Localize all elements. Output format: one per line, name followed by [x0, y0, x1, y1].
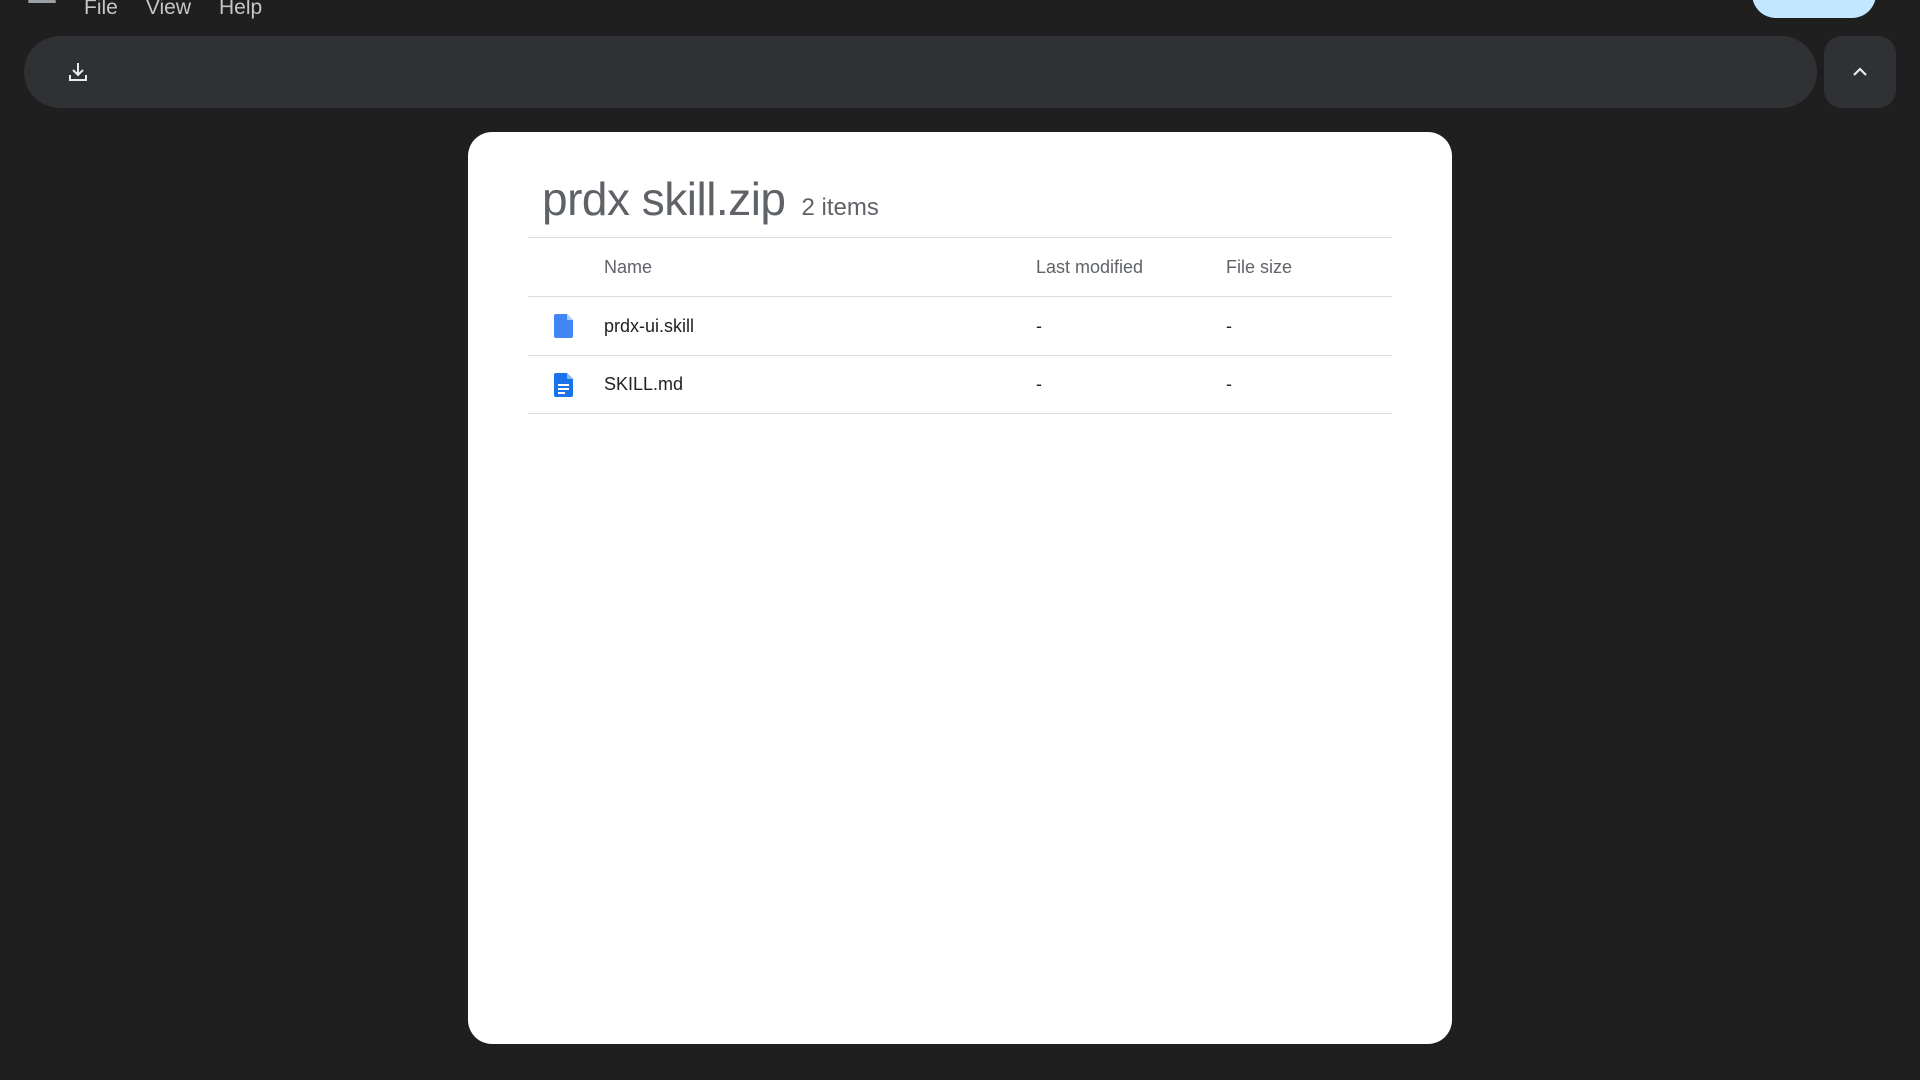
column-header-file-size[interactable]: File size — [1226, 238, 1292, 296]
main-menu-icon[interactable] — [28, 0, 56, 3]
chevron-up-icon — [1853, 67, 1867, 76]
download-icon — [69, 63, 87, 81]
file-name: prdx-ui.skill — [604, 315, 695, 336]
column-header-name[interactable]: Name — [604, 238, 652, 296]
file-size: - — [1226, 374, 1232, 394]
item-count: 2 items — [801, 194, 879, 221]
menu-view[interactable]: View — [146, 0, 205, 22]
file-last-modified: - — [1036, 315, 1042, 336]
document-file-icon — [554, 356, 578, 413]
file-last-modified: - — [1036, 374, 1042, 394]
generic-file-icon — [554, 297, 578, 355]
file-size: - — [1226, 315, 1232, 336]
share-button[interactable] — [1752, 0, 1876, 18]
table-row[interactable]: SKILL.md - - — [528, 355, 1392, 414]
file-name: SKILL.md — [604, 374, 684, 394]
file-table: Name Last modified File size prdx-ui.ski… — [528, 237, 1392, 414]
menu-help[interactable]: Help — [219, 0, 276, 22]
archive-toolbar — [24, 36, 1817, 108]
collapse-button[interactable] — [1824, 36, 1896, 108]
column-header-last-modified[interactable]: Last modified — [1036, 238, 1143, 296]
archive-title: prdx skill.zip — [542, 173, 786, 225]
archive-header: prdx skill.zip 2 items — [542, 172, 879, 226]
download-button[interactable] — [58, 52, 98, 92]
menu-file[interactable]: File — [84, 0, 132, 22]
table-header-row: Name Last modified File size — [528, 237, 1392, 296]
table-row[interactable]: prdx-ui.skill - - — [528, 296, 1392, 355]
archive-viewer-card: prdx skill.zip 2 items Name Last modifie… — [468, 132, 1452, 1044]
menu-bar: File View Help — [84, 0, 290, 22]
